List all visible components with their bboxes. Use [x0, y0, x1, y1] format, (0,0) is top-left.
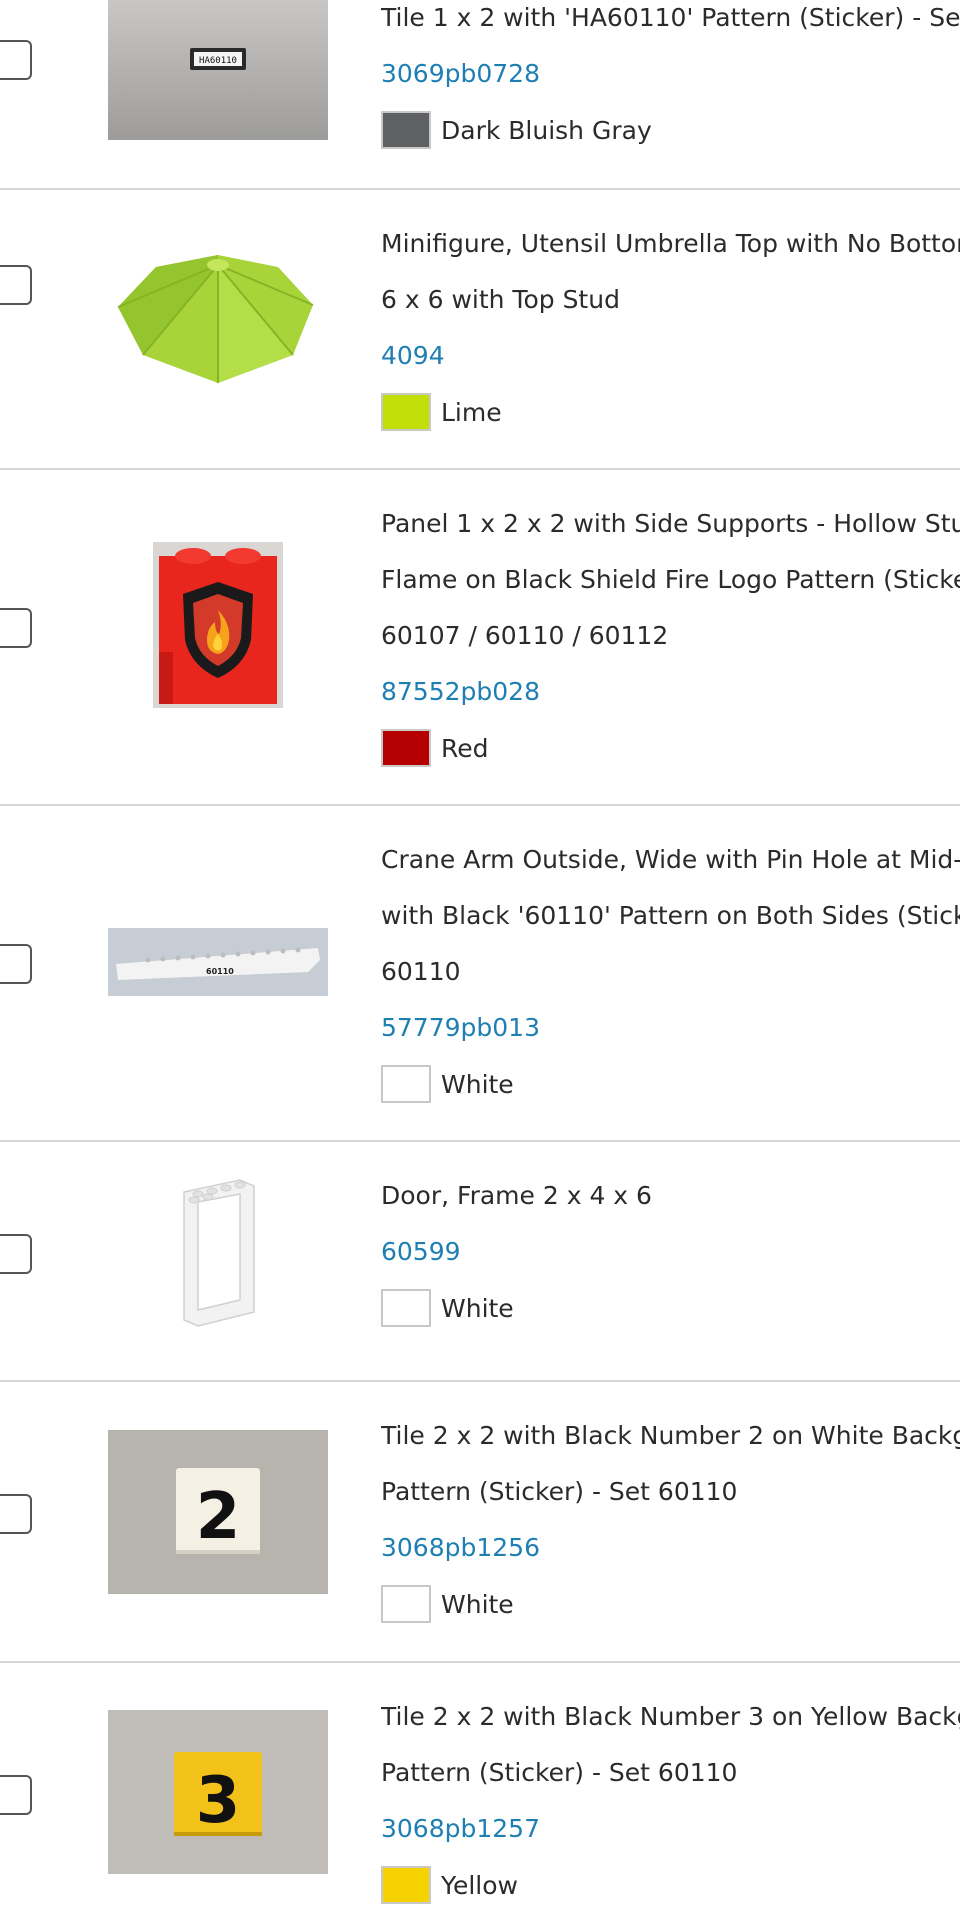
- part-title-line: 6 x 6 with Top Stud: [381, 285, 620, 314]
- part-title-line: Pattern (Sticker) - Set 60110: [381, 1477, 738, 1506]
- tile-2x2-number-2-image[interactable]: 2: [108, 1430, 328, 1594]
- part-number-link[interactable]: 3068pb1256: [381, 1520, 960, 1576]
- color-info: White: [381, 1056, 960, 1112]
- color-name: Red: [441, 733, 489, 763]
- select-checkbox[interactable]: [0, 1775, 32, 1815]
- part-title-line: Door, Frame 2 x 4 x 6: [381, 1181, 652, 1210]
- select-checkbox[interactable]: [0, 265, 32, 305]
- color-info: Lime: [381, 384, 960, 440]
- color-info: Red: [381, 720, 960, 776]
- part-row: Door, Frame 2 x 4 x 6 60599 White: [0, 1142, 960, 1382]
- color-name: Lime: [441, 397, 502, 427]
- part-title-line: Tile 2 x 2 with Black Number 3 on Yellow…: [381, 1702, 960, 1731]
- door-frame-image[interactable]: [170, 1172, 266, 1332]
- part-number-link[interactable]: 3069pb0728: [381, 46, 960, 102]
- color-name: White: [441, 1069, 514, 1099]
- part-row: 3 Tile 2 x 2 with Black Number 3 on Yell…: [0, 1663, 960, 1923]
- part-number-link[interactable]: 4094: [381, 328, 960, 384]
- part-title-line: Crane Arm Outside, Wide with Pin Hole at…: [381, 845, 960, 874]
- color-info: White: [381, 1280, 960, 1336]
- thumb-number: 2: [196, 1480, 241, 1554]
- part-number-link[interactable]: 57779pb013: [381, 1000, 960, 1056]
- color-name: Yellow: [441, 1870, 518, 1900]
- thumb-sticker-text: 60110: [206, 967, 234, 976]
- color-swatch: [381, 1585, 431, 1623]
- color-info: Yellow: [381, 1857, 960, 1913]
- color-swatch: [381, 729, 431, 767]
- select-checkbox[interactable]: [0, 40, 32, 80]
- part-title-line: Tile 1 x 2 with 'HA60110' Pattern (Stick…: [381, 3, 960, 32]
- part-number-link[interactable]: 60599: [381, 1224, 960, 1280]
- select-checkbox[interactable]: [0, 944, 32, 984]
- crane-arm-image[interactable]: 60110: [108, 928, 328, 996]
- part-title-line: Minifigure, Utensil Umbrella Top with No…: [381, 229, 960, 258]
- tile-1x2-sticker-image[interactable]: HA60110: [108, 0, 328, 140]
- color-swatch: [381, 393, 431, 431]
- part-row: 2 Tile 2 x 2 with Black Number 2 on Whit…: [0, 1382, 960, 1663]
- umbrella-top-image[interactable]: [108, 245, 328, 390]
- color-swatch: [381, 1289, 431, 1327]
- color-swatch: [381, 1866, 431, 1904]
- color-name: Dark Bluish Gray: [441, 115, 652, 145]
- select-checkbox[interactable]: [0, 608, 32, 648]
- color-swatch: [381, 111, 431, 149]
- color-name: White: [441, 1293, 514, 1323]
- part-row: Minifigure, Utensil Umbrella Top with No…: [0, 190, 960, 470]
- part-title-line: 60110: [381, 957, 461, 986]
- color-info: Dark Bluish Gray: [381, 102, 960, 158]
- part-number-link[interactable]: 87552pb028: [381, 664, 960, 720]
- select-checkbox[interactable]: [0, 1234, 32, 1274]
- part-title-line: 60107 / 60110 / 60112: [381, 621, 669, 650]
- select-checkbox[interactable]: [0, 1494, 32, 1534]
- part-title-line: Pattern (Sticker) - Set 60110: [381, 1758, 738, 1787]
- part-title-line: with Black '60110' Pattern on Both Sides…: [381, 901, 960, 930]
- part-title-line: Panel 1 x 2 x 2 with Side Supports - Hol…: [381, 509, 960, 538]
- part-number-link[interactable]: 3068pb1257: [381, 1801, 960, 1857]
- color-name: White: [441, 1589, 514, 1619]
- thumb-sticker-text: HA60110: [199, 56, 237, 66]
- color-swatch: [381, 1065, 431, 1103]
- thumb-number: 3: [196, 1764, 241, 1838]
- part-row: 60110 Crane Arm Outside, Wide with Pin H…: [0, 806, 960, 1142]
- part-title-line: Flame on Black Shield Fire Logo Pattern …: [381, 565, 960, 594]
- color-info: White: [381, 1576, 960, 1632]
- part-row: Panel 1 x 2 x 2 with Side Supports - Hol…: [0, 470, 960, 806]
- part-title-line: Tile 2 x 2 with Black Number 2 on White …: [381, 1421, 960, 1450]
- tile-2x2-number-3-image[interactable]: 3: [108, 1710, 328, 1874]
- part-row: HA60110 Tile 1 x 2 with 'HA60110' Patter…: [0, 0, 960, 190]
- red-panel-fire-logo-image[interactable]: [153, 542, 283, 708]
